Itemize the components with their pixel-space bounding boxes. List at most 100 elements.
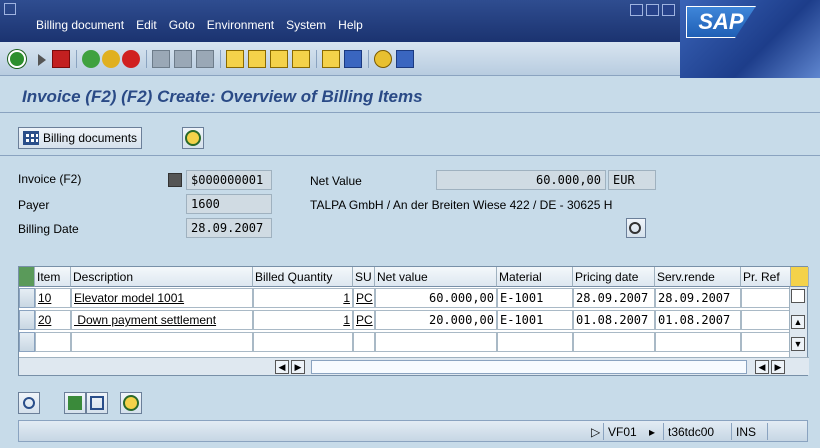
cell-billed-quantity[interactable] bbox=[253, 332, 353, 352]
column-header-billed-quantity[interactable]: Billed Quantity bbox=[253, 267, 353, 287]
menu-environment[interactable]: Environment bbox=[207, 18, 274, 32]
minimize-icon[interactable] bbox=[630, 4, 643, 16]
billing-documents-button[interactable]: Billing documents bbox=[18, 127, 143, 149]
cell-net-value: 20.000,00 bbox=[375, 310, 497, 330]
row-selector[interactable] bbox=[19, 288, 35, 308]
close-icon[interactable] bbox=[662, 4, 675, 16]
column-header-material[interactable]: Material bbox=[497, 267, 573, 287]
column-header-description[interactable]: Description bbox=[71, 267, 253, 287]
cell-description[interactable]: Elevator model 1001 bbox=[71, 288, 253, 308]
select-all-button[interactable] bbox=[64, 392, 86, 414]
cell-material: E-1001 bbox=[497, 310, 573, 330]
grid-icon bbox=[23, 131, 39, 145]
status-details-icon[interactable]: ▸ bbox=[645, 423, 659, 440]
status-server: t36tdc00 bbox=[663, 423, 718, 440]
deselect-all-icon bbox=[90, 396, 104, 410]
document-icon bbox=[168, 173, 182, 187]
item-details-button[interactable] bbox=[18, 392, 40, 414]
scroll-left-icon[interactable]: ◀ bbox=[275, 360, 289, 374]
menu-help[interactable]: Help bbox=[338, 18, 363, 32]
next-page-icon[interactable] bbox=[270, 50, 288, 68]
billing-date-label: Billing Date bbox=[18, 222, 79, 236]
back-icon[interactable] bbox=[82, 50, 100, 68]
cell-description[interactable] bbox=[71, 332, 253, 352]
row-selector[interactable] bbox=[19, 310, 35, 330]
scroll-right-end-icon[interactable]: ▶ bbox=[771, 360, 785, 374]
item-details-icon bbox=[23, 397, 35, 409]
previous-page-icon[interactable] bbox=[248, 50, 266, 68]
cell-su[interactable] bbox=[353, 332, 375, 352]
column-header-pricing-date[interactable]: Pricing date bbox=[573, 267, 655, 287]
lock-icon bbox=[767, 423, 789, 440]
cell-pr-ref bbox=[741, 310, 791, 330]
toolbar-separator bbox=[146, 50, 147, 68]
doc-number-field[interactable]: $000000001 bbox=[186, 170, 272, 190]
window-controls bbox=[630, 4, 675, 16]
status-toggle-icon[interactable]: ▷ bbox=[587, 423, 604, 440]
row-selector[interactable] bbox=[19, 332, 35, 352]
find-icon[interactable] bbox=[174, 50, 192, 68]
cell-billed-quantity[interactable]: 1 bbox=[253, 288, 353, 308]
menu-goto[interactable]: Goto bbox=[169, 18, 195, 32]
last-page-icon[interactable] bbox=[292, 50, 310, 68]
cell-serv-rendered: 28.09.2007 bbox=[655, 288, 741, 308]
cell-net-value: 60.000,00 bbox=[375, 288, 497, 308]
menu-billing-document[interactable]: Billing document bbox=[36, 18, 124, 32]
help-icon[interactable] bbox=[374, 50, 392, 68]
partner-details-button[interactable] bbox=[626, 218, 646, 238]
table-settings-icon[interactable] bbox=[791, 267, 809, 287]
horizontal-scrollbar[interactable]: ◀ ▶ ◀ ▶ bbox=[19, 357, 809, 375]
doc-type-label: Invoice (F2) bbox=[18, 172, 82, 186]
cell-su[interactable]: PC bbox=[353, 310, 375, 330]
billing-date-field[interactable]: 28.09.2007 bbox=[186, 218, 272, 238]
cell-pr-ref bbox=[741, 332, 791, 352]
cell-material: E-1001 bbox=[497, 288, 573, 308]
column-header-item[interactable]: Item bbox=[35, 267, 71, 287]
select-all-icon[interactable] bbox=[19, 267, 35, 287]
cell-item[interactable] bbox=[35, 332, 71, 352]
document-flow-icon bbox=[185, 130, 201, 146]
status-transaction: VF01 bbox=[603, 423, 641, 440]
create-session-icon[interactable] bbox=[322, 50, 340, 68]
exit-icon[interactable] bbox=[102, 50, 120, 68]
cell-item[interactable]: 20 bbox=[35, 310, 71, 330]
document-flow-icon bbox=[123, 395, 139, 411]
vertical-scrollbar[interactable]: ▲ ▼ bbox=[789, 287, 807, 357]
shortcut-icon[interactable] bbox=[344, 50, 362, 68]
cell-su[interactable]: PC bbox=[353, 288, 375, 308]
column-header-pr-ref[interactable]: Pr. Ref bbox=[741, 267, 791, 287]
cell-billed-quantity[interactable]: 1 bbox=[253, 310, 353, 330]
currency-field: EUR bbox=[608, 170, 656, 190]
display-document-flow-button[interactable] bbox=[182, 127, 204, 149]
maximize-icon[interactable] bbox=[646, 4, 659, 16]
payer-label: Payer bbox=[18, 198, 50, 212]
cell-description[interactable]: Down payment settlement bbox=[71, 310, 253, 330]
command-field-toggle-icon[interactable] bbox=[38, 54, 46, 66]
first-page-icon[interactable] bbox=[226, 50, 244, 68]
print-icon[interactable] bbox=[152, 50, 170, 68]
scroll-up-icon[interactable]: ▲ bbox=[791, 315, 805, 329]
cancel-icon[interactable] bbox=[122, 50, 140, 68]
menu-edit[interactable]: Edit bbox=[136, 18, 157, 32]
scroll-track[interactable] bbox=[311, 360, 747, 374]
column-header-serv-rendered[interactable]: Serv.rende bbox=[655, 267, 741, 287]
menu-system[interactable]: System bbox=[286, 18, 326, 32]
billing-documents-label: Billing documents bbox=[43, 131, 138, 145]
find-next-icon[interactable] bbox=[196, 50, 214, 68]
status-bar: ▷ VF01 ▸ t36tdc00 INS bbox=[18, 420, 808, 442]
document-flow-button[interactable] bbox=[120, 392, 142, 414]
scroll-right-icon[interactable]: ▶ bbox=[291, 360, 305, 374]
save-icon[interactable] bbox=[52, 50, 70, 68]
payer-field[interactable]: 1600 bbox=[186, 194, 272, 214]
status-insert-mode[interactable]: INS bbox=[731, 423, 760, 440]
scroll-first-icon[interactable] bbox=[791, 289, 805, 303]
scroll-down-icon[interactable]: ▼ bbox=[791, 337, 805, 351]
layout-menu-icon[interactable] bbox=[396, 50, 414, 68]
enter-icon[interactable] bbox=[8, 50, 26, 68]
system-menu-icon[interactable] bbox=[4, 3, 16, 15]
deselect-all-button[interactable] bbox=[86, 392, 108, 414]
cell-item[interactable]: 10 bbox=[35, 288, 71, 308]
column-header-net-value[interactable]: Net value bbox=[375, 267, 497, 287]
column-header-su[interactable]: SU bbox=[353, 267, 375, 287]
scroll-left-end-icon[interactable]: ◀ bbox=[755, 360, 769, 374]
